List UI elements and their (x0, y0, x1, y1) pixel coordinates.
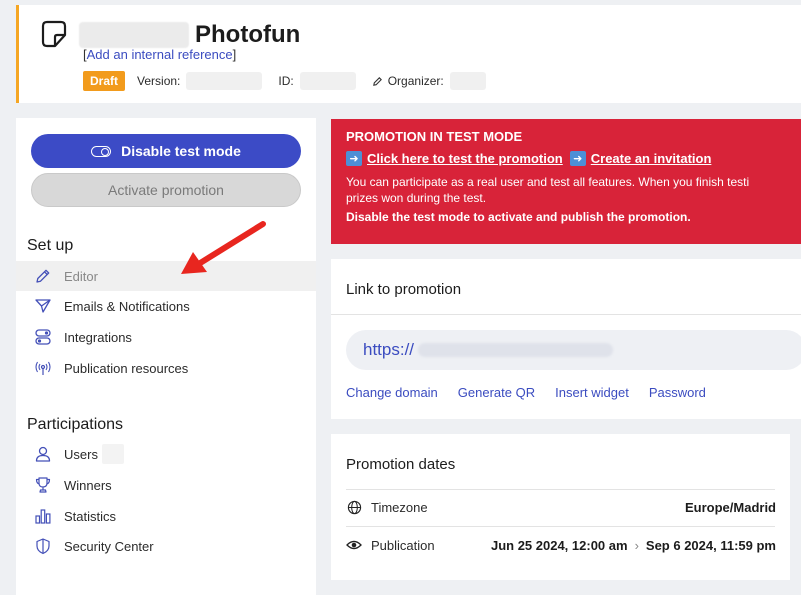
pencil-icon (32, 265, 54, 287)
sidebar-item-security-center[interactable]: Security Center (16, 531, 316, 561)
divider (346, 526, 775, 527)
redacted-organizer (449, 72, 486, 90)
sticker-logo-icon (41, 20, 67, 48)
page-title: Photofun (195, 21, 301, 48)
redacted-version (186, 72, 263, 90)
publication-start: Jun 25 2024, 12:00 am (490, 537, 628, 553)
shield-icon (32, 535, 54, 557)
divider (331, 314, 801, 315)
disable-test-mode-button[interactable]: Disable test mode (31, 134, 301, 168)
alert-body-line1: You can participate as a real user and t… (346, 175, 750, 189)
link-to-promotion-card: Link to promotion https:// Change domain… (331, 259, 801, 419)
add-internal-reference-link[interactable]: Add an internal reference (87, 47, 233, 62)
redacted-url (418, 343, 614, 357)
eye-icon (346, 537, 362, 553)
globe-icon (346, 499, 362, 515)
meta-row: Draft Version: ID: Organizer: (83, 70, 490, 92)
sidebar-item-emails-notifications[interactable]: Emails & Notifications (16, 291, 316, 321)
sidebar-item-editor[interactable]: Editor (16, 261, 316, 291)
sidebar-item-users[interactable]: Users (16, 439, 316, 469)
timezone-value: Europe/Madrid (684, 499, 776, 515)
sidebar-item-statistics[interactable]: Statistics (16, 501, 316, 531)
alert-title: PROMOTION IN TEST MODE (346, 129, 523, 144)
sidebar: Disable test mode Activate promotion Set… (16, 118, 316, 595)
change-domain-link[interactable]: Change domain (346, 385, 438, 400)
paper-plane-icon (32, 295, 54, 317)
annotation-arrow-icon (181, 221, 266, 274)
link-card-title: Link to promotion (346, 281, 462, 298)
publication-range: Jun 25 2024, 12:00 am › Sep 6 2024, 11:5… (491, 538, 776, 553)
internal-reference: [Add an internal reference] (83, 47, 237, 62)
test-mode-alert: PROMOTION IN TEST MODE ➜ Click here to t… (331, 119, 801, 244)
publication-row: Publication Jun 25 2024, 12:00 am › Sep … (346, 531, 776, 559)
promotion-dates-card: Promotion dates Timezone Europe/Madrid P… (331, 434, 790, 580)
arrow-right-icon: ➜ (569, 151, 586, 166)
insert-widget-link[interactable]: Insert widget (555, 385, 629, 400)
arrow-right-icon: ➜ (346, 151, 362, 166)
organizer-field: Organizer: (368, 70, 490, 92)
test-promotion-link[interactable]: Click here to test the promotion (367, 151, 563, 166)
user-icon (32, 443, 54, 465)
link-actions: Change domain Generate QR Insert widget … (346, 385, 726, 400)
bar-chart-icon (32, 505, 54, 527)
participations-section-title: Participations (27, 416, 124, 433)
generate-qr-link[interactable]: Generate QR (458, 385, 535, 400)
pencil-icon (372, 76, 382, 86)
sidebar-item-integrations[interactable]: Integrations (16, 322, 316, 352)
sidebar-item-publication-resources[interactable]: Publication resources (16, 353, 316, 383)
alert-strong-text: Disable the test mode to activate and pu… (346, 210, 691, 224)
toggle-icon (91, 145, 112, 157)
setup-section-title: Set up (27, 237, 74, 254)
redacted-id (299, 72, 356, 90)
create-invitation-link[interactable]: Create an invitation (591, 151, 712, 166)
dates-card-title: Promotion dates (346, 456, 456, 473)
redacted-users-count (101, 444, 124, 464)
version-field: Version: (133, 70, 266, 92)
publication-end: Sep 6 2024, 11:59 pm (645, 537, 776, 553)
timezone-row: Timezone Europe/Madrid (346, 493, 776, 521)
status-badge: Draft (83, 71, 126, 91)
password-link[interactable]: Password (649, 385, 706, 400)
redacted-title-prefix (79, 22, 189, 48)
chevron-right-icon: › (634, 537, 639, 553)
id-field: ID: (274, 70, 359, 92)
toggles-icon (32, 326, 54, 348)
promotion-url-field[interactable]: https:// (346, 330, 801, 370)
trophy-icon (32, 474, 54, 496)
broadcast-icon (32, 357, 54, 379)
alert-links: ➜ Click here to test the promotion ➜ Cre… (346, 151, 786, 166)
divider (346, 489, 775, 490)
activate-promotion-button[interactable]: Activate promotion (31, 173, 301, 207)
sidebar-item-winners[interactable]: Winners (16, 470, 316, 500)
promotion-header: Photofun [Add an internal reference] Dra… (16, 5, 801, 103)
alert-body-line2: prizes won during the test. (346, 191, 487, 205)
